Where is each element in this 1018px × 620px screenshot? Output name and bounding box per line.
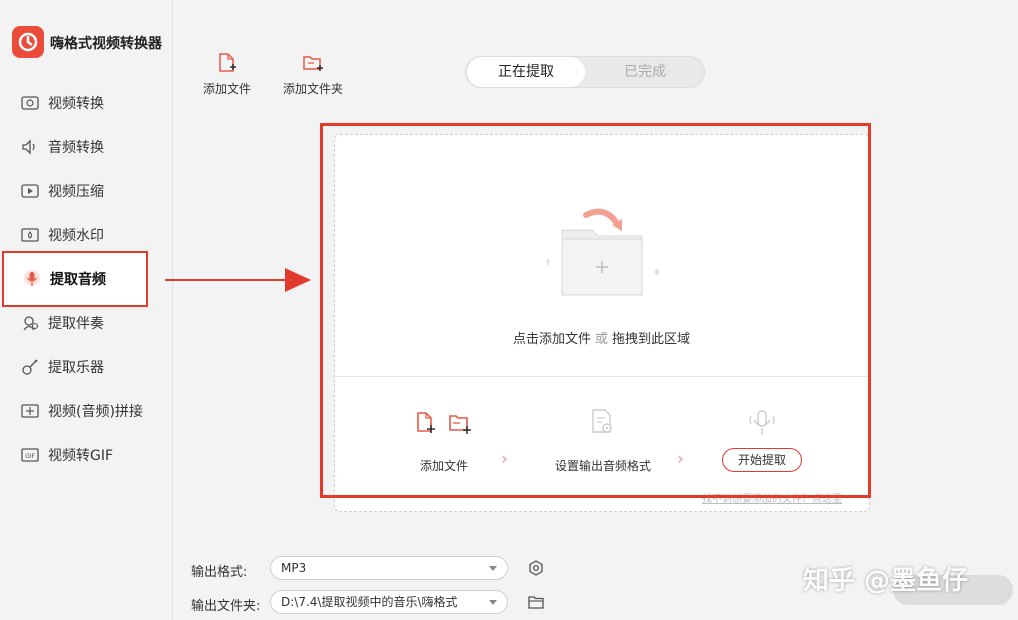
output-format-label: 输出格式:	[191, 565, 248, 580]
sidebar-item-label: 提取音频	[50, 272, 106, 288]
sidebar-item-extract-instrument[interactable]: 提取乐器	[20, 352, 160, 382]
add-folder-button[interactable]: 添加文件夹	[273, 52, 353, 97]
chevron-down-icon	[489, 600, 497, 605]
sidebar-item-label: 提取乐器	[48, 360, 104, 376]
video-compress-icon	[20, 181, 40, 201]
annotation-arrow-line	[165, 279, 290, 281]
open-folder-button[interactable]	[526, 592, 546, 612]
add-file-label: 添加文件	[202, 82, 251, 96]
extract-accompaniment-icon	[20, 313, 40, 333]
output-folder-select[interactable]: D:\7.4\提取视频中的音乐\嗨格式	[270, 590, 508, 614]
output-format-value: MP3	[281, 561, 307, 575]
add-file-icon	[187, 52, 267, 74]
guitar-icon	[20, 357, 40, 377]
sidebar-item-label: 视频转GIF	[48, 448, 114, 464]
output-folder-label: 输出文件夹:	[191, 599, 261, 614]
svg-text:GIF: GIF	[25, 453, 35, 460]
extract-audio-icon	[22, 269, 42, 289]
chevron-down-icon	[489, 566, 497, 571]
sidebar-item-label: 视频(音频)拼接	[48, 404, 143, 420]
tab-in-progress[interactable]: 正在提取	[467, 57, 585, 87]
logo-icon	[18, 32, 38, 52]
output-folder-value: D:\7.4\提取视频中的音乐\嗨格式	[281, 595, 458, 609]
folder-icon	[528, 596, 544, 609]
video-convert-icon	[20, 93, 40, 113]
sidebar-item-label: 音频转换	[48, 140, 104, 156]
app-logo	[12, 26, 44, 58]
gif-icon: GIF	[20, 445, 40, 465]
status-tabs: 正在提取 已完成	[465, 56, 705, 88]
sidebar-item-extract-accompaniment[interactable]: 提取伴奏	[20, 308, 160, 338]
settings-gear-button[interactable]	[526, 558, 546, 578]
merge-icon	[20, 401, 40, 421]
add-folder-label: 添加文件夹	[282, 82, 343, 96]
video-watermark-icon	[20, 225, 40, 245]
sidebar-item-video-compress[interactable]: 视频压缩	[20, 176, 160, 206]
sidebar-item-merge[interactable]: 视频(音频)拼接	[20, 396, 160, 426]
tab-done[interactable]: 已完成	[586, 57, 704, 87]
gear-icon	[529, 560, 543, 576]
app-title: 嗨格式视频转换器	[50, 36, 162, 52]
watermark: 知乎 @墨鱼仔	[803, 566, 969, 596]
sidebar-item-label: 视频转换	[48, 96, 104, 112]
output-format-select[interactable]: MP3	[270, 556, 508, 580]
sidebar-item-video-to-gif[interactable]: GIF 视频转GIF	[20, 440, 160, 470]
sidebar-item-video-convert[interactable]: 视频转换	[20, 88, 160, 118]
sidebar-item-label: 视频压缩	[48, 184, 104, 200]
sidebar-item-label: 视频水印	[48, 228, 104, 244]
audio-convert-icon	[20, 137, 40, 157]
sidebar-item-label: 提取伴奏	[48, 316, 104, 332]
annotation-arrow-head	[285, 268, 311, 292]
sidebar-item-video-watermark[interactable]: 视频水印	[20, 220, 160, 250]
add-folder-icon	[273, 52, 353, 74]
sidebar-item-audio-convert[interactable]: 音频转换	[20, 132, 160, 162]
add-file-button[interactable]: 添加文件	[187, 52, 267, 97]
annotation-highlight-box	[320, 123, 871, 498]
sidebar-item-extract-audio[interactable]: 提取音频	[2, 251, 148, 307]
